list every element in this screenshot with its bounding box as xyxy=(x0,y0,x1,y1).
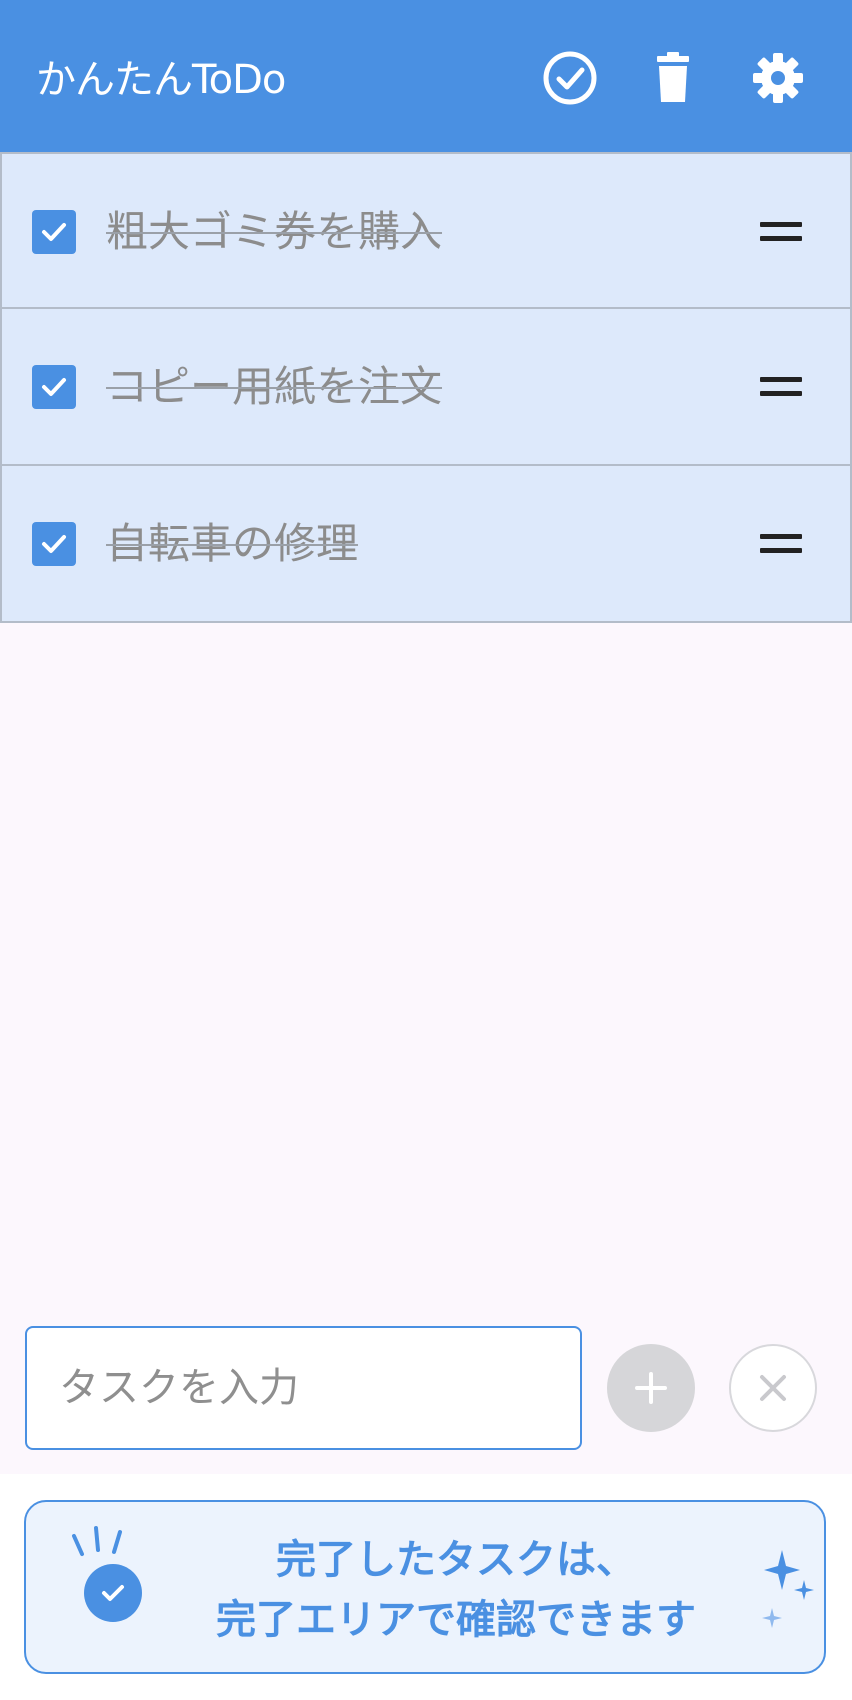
task-label: 粗大ゴミ券を購入 xyxy=(106,207,443,256)
plus-icon xyxy=(635,1372,667,1404)
task-checkbox[interactable] xyxy=(32,365,76,409)
rays-icon xyxy=(72,1526,122,1556)
task-list: 粗大ゴミ券を購入 コピー用紙を注文 自転車の修理 xyxy=(0,152,852,623)
delete-button[interactable] xyxy=(641,46,705,110)
tip-line-1: 完了したタスクは、 xyxy=(276,1537,636,1583)
checkmark-icon xyxy=(42,223,66,241)
clear-button[interactable] xyxy=(729,1344,817,1432)
task-label: 自転車の修理 xyxy=(106,519,359,568)
checkmark-icon xyxy=(42,535,66,553)
checkmark-icon xyxy=(42,378,66,396)
input-area xyxy=(0,1310,852,1470)
task-input[interactable] xyxy=(25,1326,582,1450)
drag-handle-icon[interactable] xyxy=(758,369,806,405)
gear-icon xyxy=(753,53,803,103)
task-row[interactable]: コピー用紙を注文 xyxy=(0,309,852,466)
add-button[interactable] xyxy=(607,1344,695,1432)
drag-handle-icon[interactable] xyxy=(758,526,806,562)
check-circle-icon xyxy=(543,51,597,105)
settings-button[interactable] xyxy=(746,46,810,110)
trash-icon xyxy=(657,52,689,102)
show-completed-button[interactable] xyxy=(538,46,602,110)
tip-text: 完了したタスクは、 完了エリアで確認できます xyxy=(146,1530,766,1650)
tip-line-2: 完了エリアで確認できます xyxy=(216,1597,696,1643)
close-icon xyxy=(760,1375,786,1401)
task-row[interactable]: 粗大ゴミ券を購入 xyxy=(0,152,852,309)
drag-handle-icon[interactable] xyxy=(758,214,806,250)
sparkle-icon xyxy=(762,1550,814,1628)
task-label: コピー用紙を注文 xyxy=(106,362,443,411)
app-bar: かんたんToDo xyxy=(0,0,852,152)
tip-banner: 完了したタスクは、 完了エリアで確認できます xyxy=(24,1500,826,1674)
app-title: かんたんToDo xyxy=(36,57,286,103)
task-checkbox[interactable] xyxy=(32,522,76,566)
task-row[interactable]: 自転車の修理 xyxy=(0,466,852,623)
task-checkbox[interactable] xyxy=(32,210,76,254)
check-circle-icon xyxy=(84,1564,142,1622)
